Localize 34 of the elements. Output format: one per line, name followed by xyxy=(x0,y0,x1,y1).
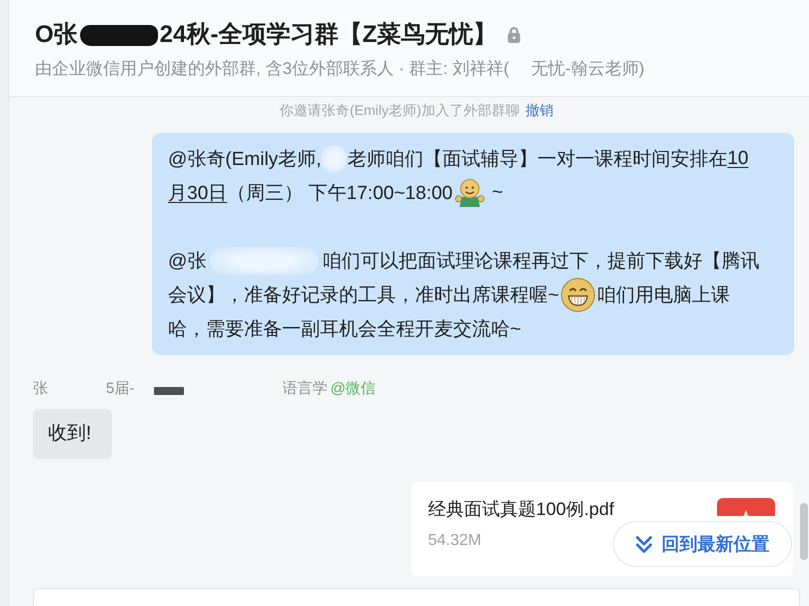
message-text: 咱们用电脑上课 xyxy=(597,284,730,308)
message-text: 老师咱们【面试辅导】一对一课程时间安排在 xyxy=(347,148,728,172)
sender-source: @微信 xyxy=(330,378,376,398)
scrollbar-thumb[interactable] xyxy=(800,503,808,560)
file-type-icon xyxy=(717,498,775,516)
sender-name: 张 xyxy=(33,378,48,398)
lock-icon xyxy=(507,27,522,43)
grinning-face-icon xyxy=(561,278,596,312)
group-info-text: 由企业微信用户创建的外部群, 含3位外部联系人 · 群主: 刘祥祥( xyxy=(35,58,510,80)
message-text: 咱们可以把面试理论课程再过下，提前下载好【腾讯 xyxy=(322,250,760,274)
message-text: @张 xyxy=(168,250,206,274)
message-text: ~ xyxy=(490,182,503,204)
message-input-field[interactable] xyxy=(33,588,800,606)
chat-title: O张 xyxy=(35,20,78,50)
double-chevron-down-icon xyxy=(636,536,652,552)
message-text: @张奇(Emily老师, xyxy=(168,148,322,172)
sender-name: 5届- xyxy=(106,378,134,398)
redaction-mark xyxy=(154,387,184,395)
message-text: （周三） 下午17:00~18:00 xyxy=(227,182,453,206)
file-size: 54.32M xyxy=(428,531,482,551)
smiley-figure-icon xyxy=(454,179,485,207)
redaction-smudge xyxy=(321,145,348,173)
file-name: 经典面试真题100例.pdf xyxy=(428,499,614,520)
message-text: 哈，需要准备一副耳机会全程开麦交流哈~ xyxy=(168,318,522,342)
group-info-text: 无忧-翰云老师) xyxy=(531,58,644,80)
message-bubble: 收到! xyxy=(33,409,112,459)
chat-title: 24秋-全项学习群【Z菜鸟无忧】 xyxy=(160,20,498,50)
message-text: 会议】，准备好记录的工具，准时出席课程喔~ xyxy=(168,284,560,308)
sender-name: 语言学 xyxy=(282,378,328,398)
date-link[interactable]: 10 xyxy=(727,148,748,170)
system-notice: 你邀请张奇(Emily老师)加入了外部群聊 xyxy=(280,101,520,119)
date-link[interactable]: 月30日 xyxy=(168,180,228,206)
undo-link[interactable]: 撤销 xyxy=(525,101,554,119)
jump-to-latest-button[interactable]: 回到最新位置 xyxy=(613,521,792,567)
